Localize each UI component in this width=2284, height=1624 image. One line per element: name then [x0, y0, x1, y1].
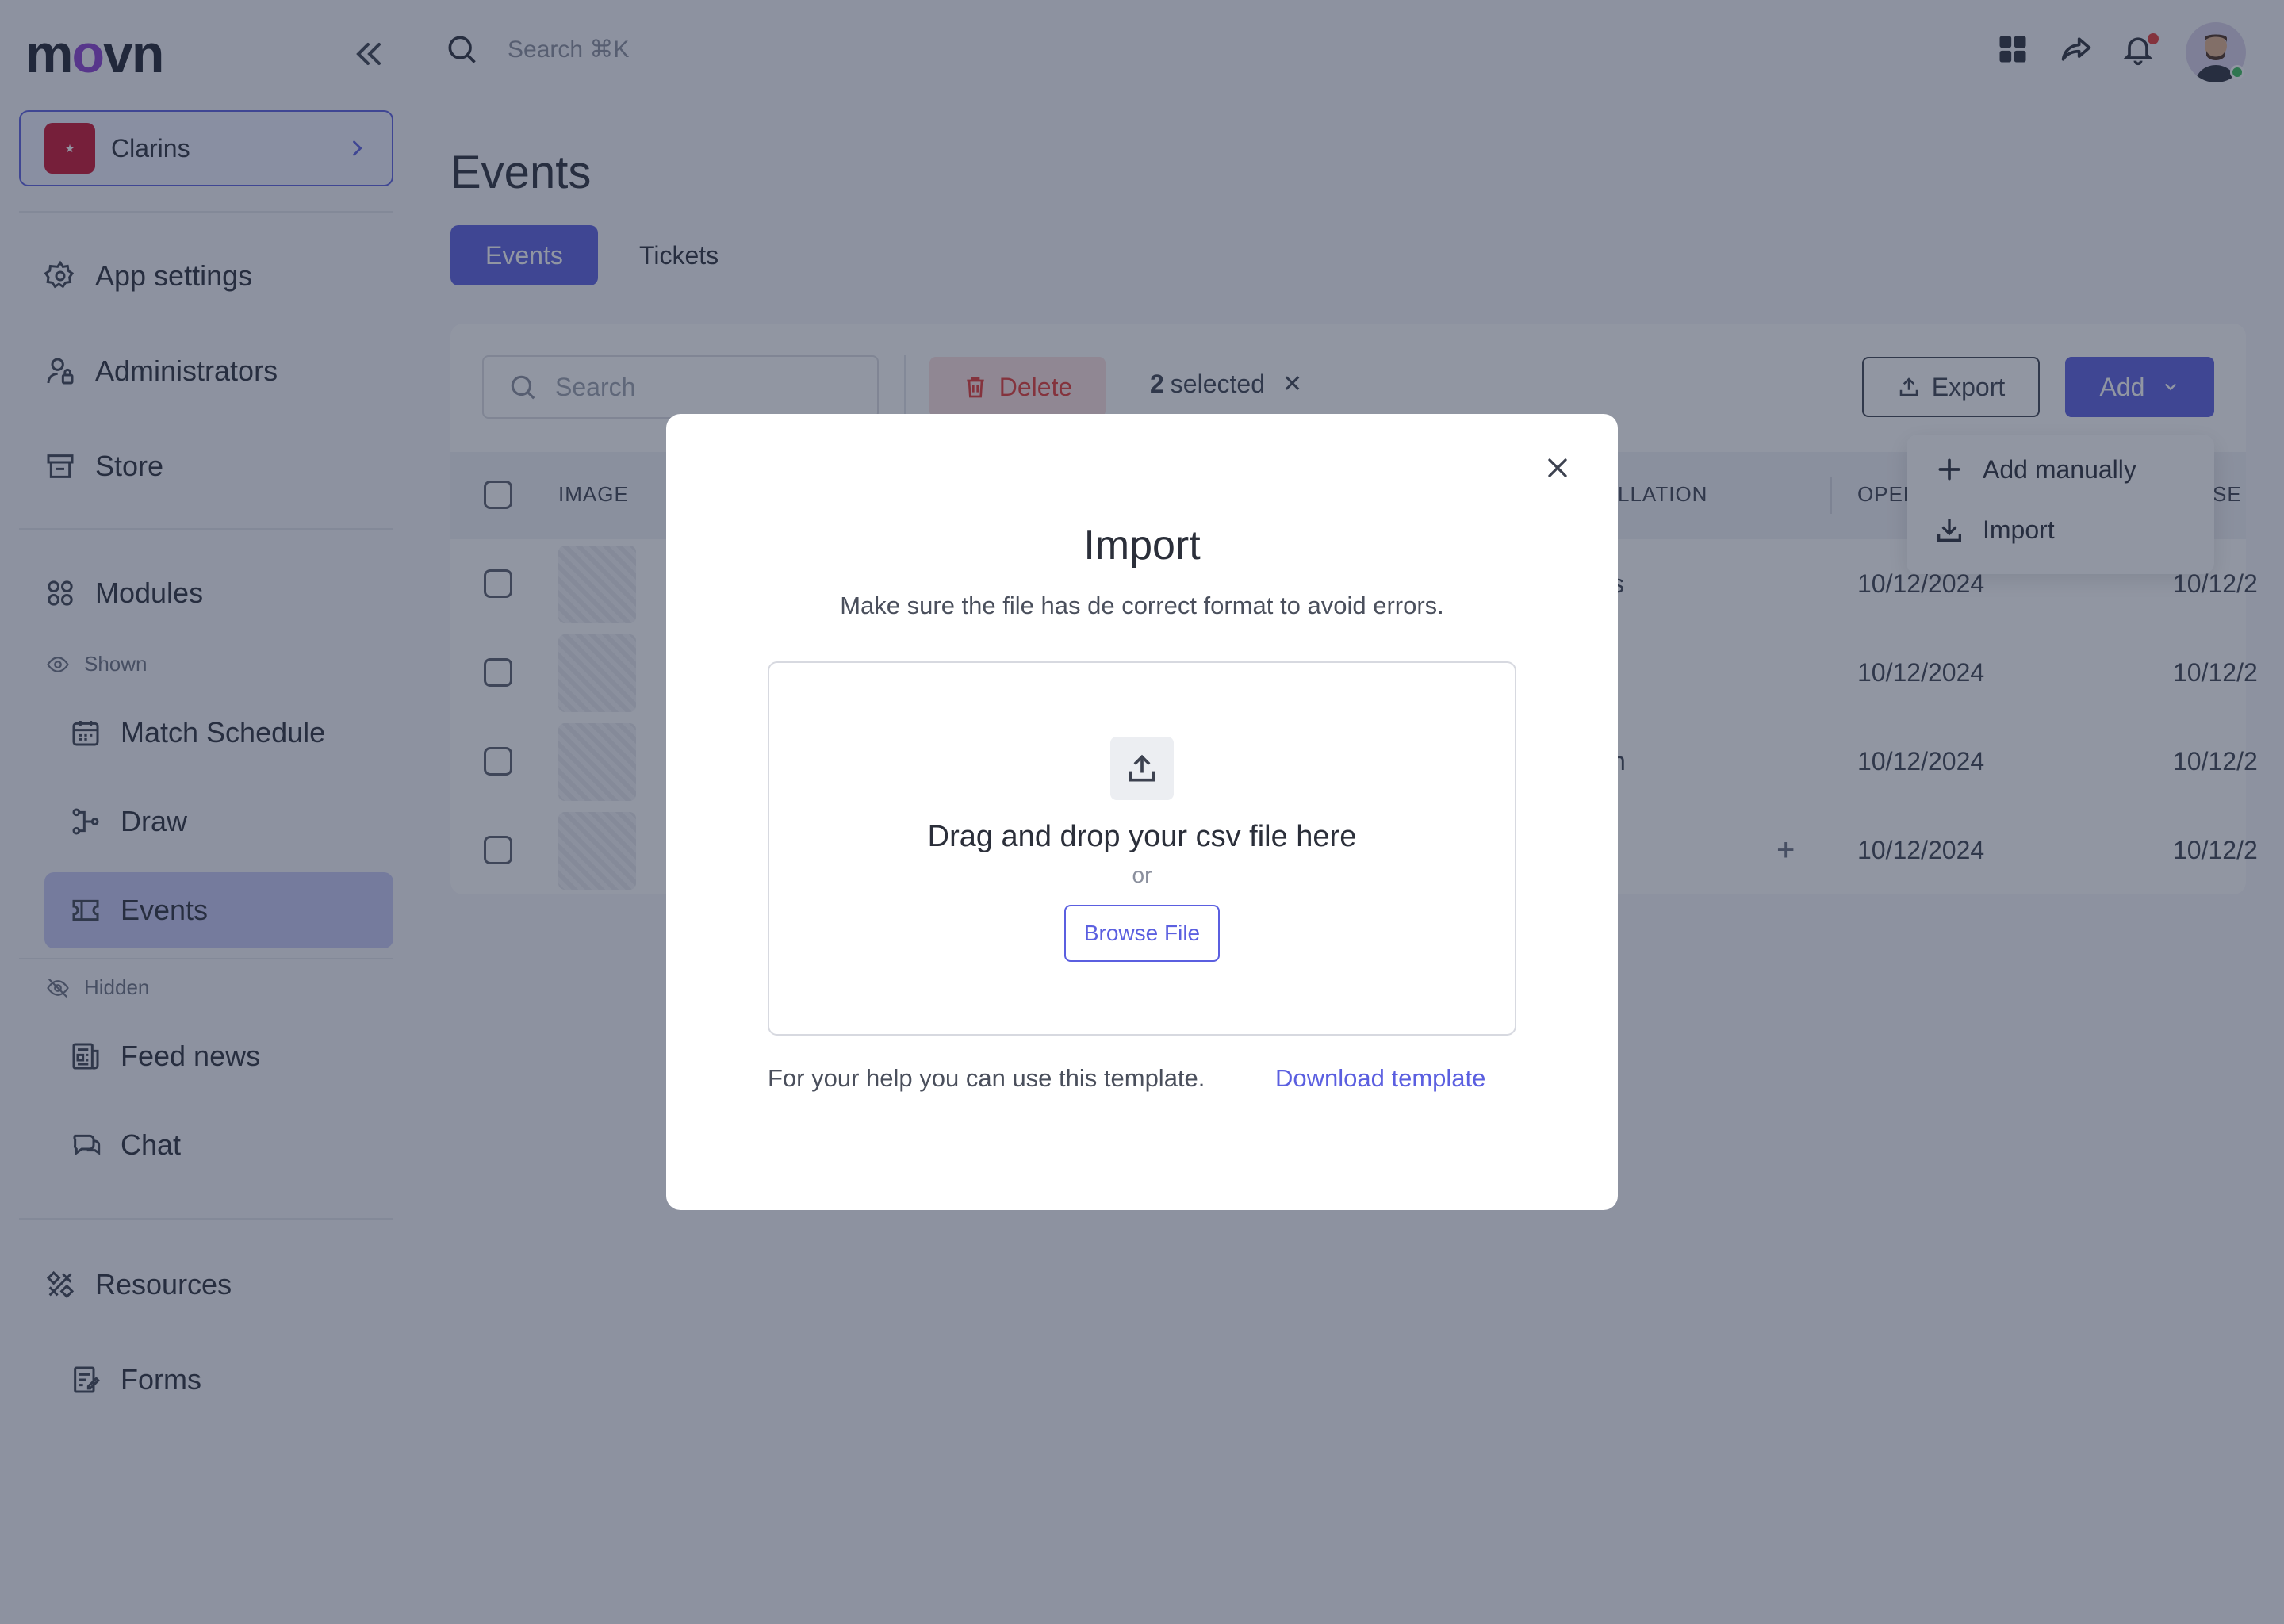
template-help-text: For your help you can use this template. — [768, 1064, 1205, 1092]
upload-icon — [1129, 754, 1155, 782]
browse-file-button[interactable]: Browse File — [1064, 905, 1220, 962]
dropzone-or: or — [1132, 863, 1152, 887]
modal-subtitle: Make sure the file has de correct format… — [840, 592, 1444, 619]
dropzone-title: Drag and drop your csv file here — [927, 820, 1357, 853]
modal-title: Import — [1083, 523, 1201, 569]
close-icon[interactable] — [1542, 452, 1573, 484]
upload-icon-box — [1110, 737, 1174, 800]
download-template-link[interactable]: Download template — [1275, 1064, 1485, 1093]
